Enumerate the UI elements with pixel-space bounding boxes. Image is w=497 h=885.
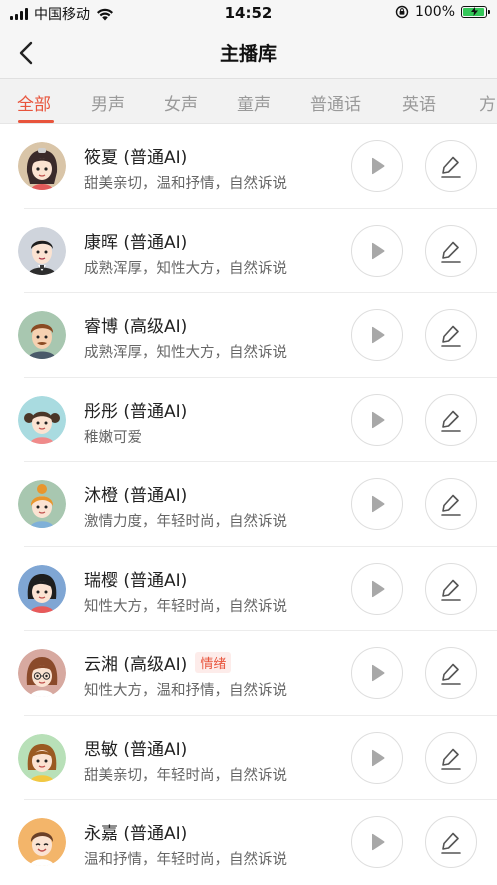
page-title: 主播库 xyxy=(219,43,277,65)
play-button[interactable] xyxy=(351,393,403,446)
girl-orange-hair-icon xyxy=(18,480,66,528)
category-tabs: 全部 男声 女声 童声 普通话 英语 方 xyxy=(0,78,497,124)
list-item[interactable]: 思敏 (普通AI) 甜美亲切，年轻时尚，自然诉说 xyxy=(0,716,497,800)
man-brown-hair-icon xyxy=(18,311,66,359)
child-girl-icon xyxy=(18,395,66,444)
battery-icon xyxy=(461,6,490,18)
voice-description: 激情力度，年轻时尚，自然诉说 xyxy=(84,514,287,530)
list-item[interactable]: 筱夏 (普通AI) 甜美亲切，温和抒情，自然诉说 xyxy=(0,124,497,209)
name-line: 睿博 (高级AI) xyxy=(84,312,187,337)
orientation-lock-icon xyxy=(395,5,409,19)
edit-icon xyxy=(441,156,461,178)
girl-black-hair-icon xyxy=(18,564,66,613)
girl-dark-hair-icon xyxy=(18,142,66,190)
play-icon xyxy=(372,580,385,597)
voice-description: 甜美亲切，温和抒情，自然诉说 xyxy=(84,176,287,192)
play-icon xyxy=(372,242,385,259)
tab-female[interactable]: 女声 xyxy=(164,90,198,115)
edit-button[interactable] xyxy=(425,816,477,868)
play-icon xyxy=(372,749,385,766)
name-line: 康晖 (普通AI) xyxy=(84,228,187,253)
edit-button[interactable] xyxy=(425,224,477,277)
play-icon xyxy=(372,157,385,175)
name-line: 云湘 (高级AI) 情绪 xyxy=(84,650,232,675)
voice-name: 瑞樱 (普通AI) xyxy=(84,570,188,591)
edit-icon xyxy=(441,832,461,854)
play-icon xyxy=(372,326,385,344)
voice-name: 沐橙 (普通AI) xyxy=(84,486,188,506)
edit-icon xyxy=(441,663,461,685)
name-line: 彤彤 (普通AI) xyxy=(84,397,187,422)
voice-description: 温和抒情，年轻时尚，自然诉说 xyxy=(84,852,287,868)
name-line: 沐橙 (普通AI) xyxy=(84,481,187,506)
play-icon xyxy=(372,833,385,851)
voice-name: 云湘 (高级AI) xyxy=(84,655,188,675)
name-line: 瑞樱 (普通AI) xyxy=(84,566,187,591)
play-icon xyxy=(372,411,385,428)
edit-icon xyxy=(441,410,461,432)
play-button[interactable] xyxy=(351,562,403,615)
status-right: 100% xyxy=(395,4,490,20)
edit-icon xyxy=(441,241,461,263)
edit-button[interactable] xyxy=(425,478,477,530)
voice-description: 成熟浑厚，知性大方，自然诉说 xyxy=(84,260,287,277)
play-button[interactable] xyxy=(351,647,403,699)
woman-glasses-icon xyxy=(18,649,66,697)
edit-button[interactable] xyxy=(425,731,477,784)
active-tab-indicator xyxy=(18,120,54,123)
play-button[interactable] xyxy=(351,309,403,361)
list-item[interactable]: 云湘 (高级AI) 情绪 知性大方，温和抒情，自然诉说 xyxy=(0,631,497,716)
voice-description: 知性大方，年轻时尚，自然诉说 xyxy=(84,598,287,615)
voice-list: 筱夏 (普通AI) 甜美亲切，温和抒情，自然诉说 康晖 (普通AI) 成熟浑厚，… xyxy=(0,124,497,885)
tab-dialect[interactable]: 方 xyxy=(479,90,496,115)
tab-child[interactable]: 童声 xyxy=(237,90,271,115)
voice-name: 康晖 (普通AI) xyxy=(84,232,188,253)
edit-icon xyxy=(441,325,461,347)
list-item[interactable]: 瑞樱 (普通AI) 知性大方，年轻时尚，自然诉说 xyxy=(0,547,497,631)
name-line: 筱夏 (普通AI) xyxy=(84,143,187,168)
voice-description: 知性大方，温和抒情，自然诉说 xyxy=(84,683,287,699)
edit-button[interactable] xyxy=(425,309,477,361)
play-icon xyxy=(372,495,385,513)
voice-description: 甜美亲切，年轻时尚，自然诉说 xyxy=(84,767,287,784)
status-bar: 中国移动 14:52 100% xyxy=(0,0,497,26)
voice-name: 睿博 (高级AI) xyxy=(84,317,188,337)
girl-brown-hair-icon xyxy=(18,733,66,782)
edit-icon xyxy=(441,494,461,516)
play-icon xyxy=(372,664,385,682)
nav-bar: 主播库 xyxy=(0,26,497,78)
edit-icon xyxy=(441,748,461,770)
edit-button[interactable] xyxy=(425,647,477,699)
play-button[interactable] xyxy=(351,816,403,868)
edit-icon xyxy=(441,579,461,601)
man-suit-icon xyxy=(18,226,66,275)
list-item[interactable]: 康晖 (普通AI) 成熟浑厚，知性大方，自然诉说 xyxy=(0,209,497,293)
play-button[interactable] xyxy=(351,140,403,192)
boy-smiling-icon xyxy=(18,818,66,866)
tab-male[interactable]: 男声 xyxy=(91,90,125,115)
play-button[interactable] xyxy=(351,478,403,530)
list-item[interactable]: 沐橙 (普通AI) 激情力度，年轻时尚，自然诉说 xyxy=(0,462,497,547)
voice-description: 成熟浑厚，知性大方，自然诉说 xyxy=(84,345,287,361)
list-item[interactable]: 彤彤 (普通AI) 稚嫩可爱 xyxy=(0,378,497,462)
list-item[interactable]: 永嘉 (普通AI) 温和抒情，年轻时尚，自然诉说 xyxy=(0,800,497,885)
edit-button[interactable] xyxy=(425,562,477,615)
voice-name: 思敏 (普通AI) xyxy=(84,739,188,760)
play-button[interactable] xyxy=(351,731,403,784)
edit-button[interactable] xyxy=(425,393,477,446)
play-button[interactable] xyxy=(351,224,403,277)
edit-button[interactable] xyxy=(425,140,477,192)
voice-name: 筱夏 (普通AI) xyxy=(84,148,188,168)
name-line: 思敏 (普通AI) xyxy=(84,735,187,760)
tab-all[interactable]: 全部 xyxy=(17,90,51,115)
list-item[interactable]: 睿博 (高级AI) 成熟浑厚，知性大方，自然诉说 xyxy=(0,293,497,378)
voice-name: 永嘉 (普通AI) xyxy=(84,824,188,844)
name-line: 永嘉 (普通AI) xyxy=(84,819,187,844)
tab-english[interactable]: 英语 xyxy=(402,90,436,115)
battery-percent: 100% xyxy=(414,4,455,20)
voice-name: 彤彤 (普通AI) xyxy=(84,401,188,422)
emotion-tag: 情绪 xyxy=(195,652,232,673)
tab-mandarin[interactable]: 普通话 xyxy=(310,90,361,115)
voice-description: 稚嫩可爱 xyxy=(84,429,142,446)
